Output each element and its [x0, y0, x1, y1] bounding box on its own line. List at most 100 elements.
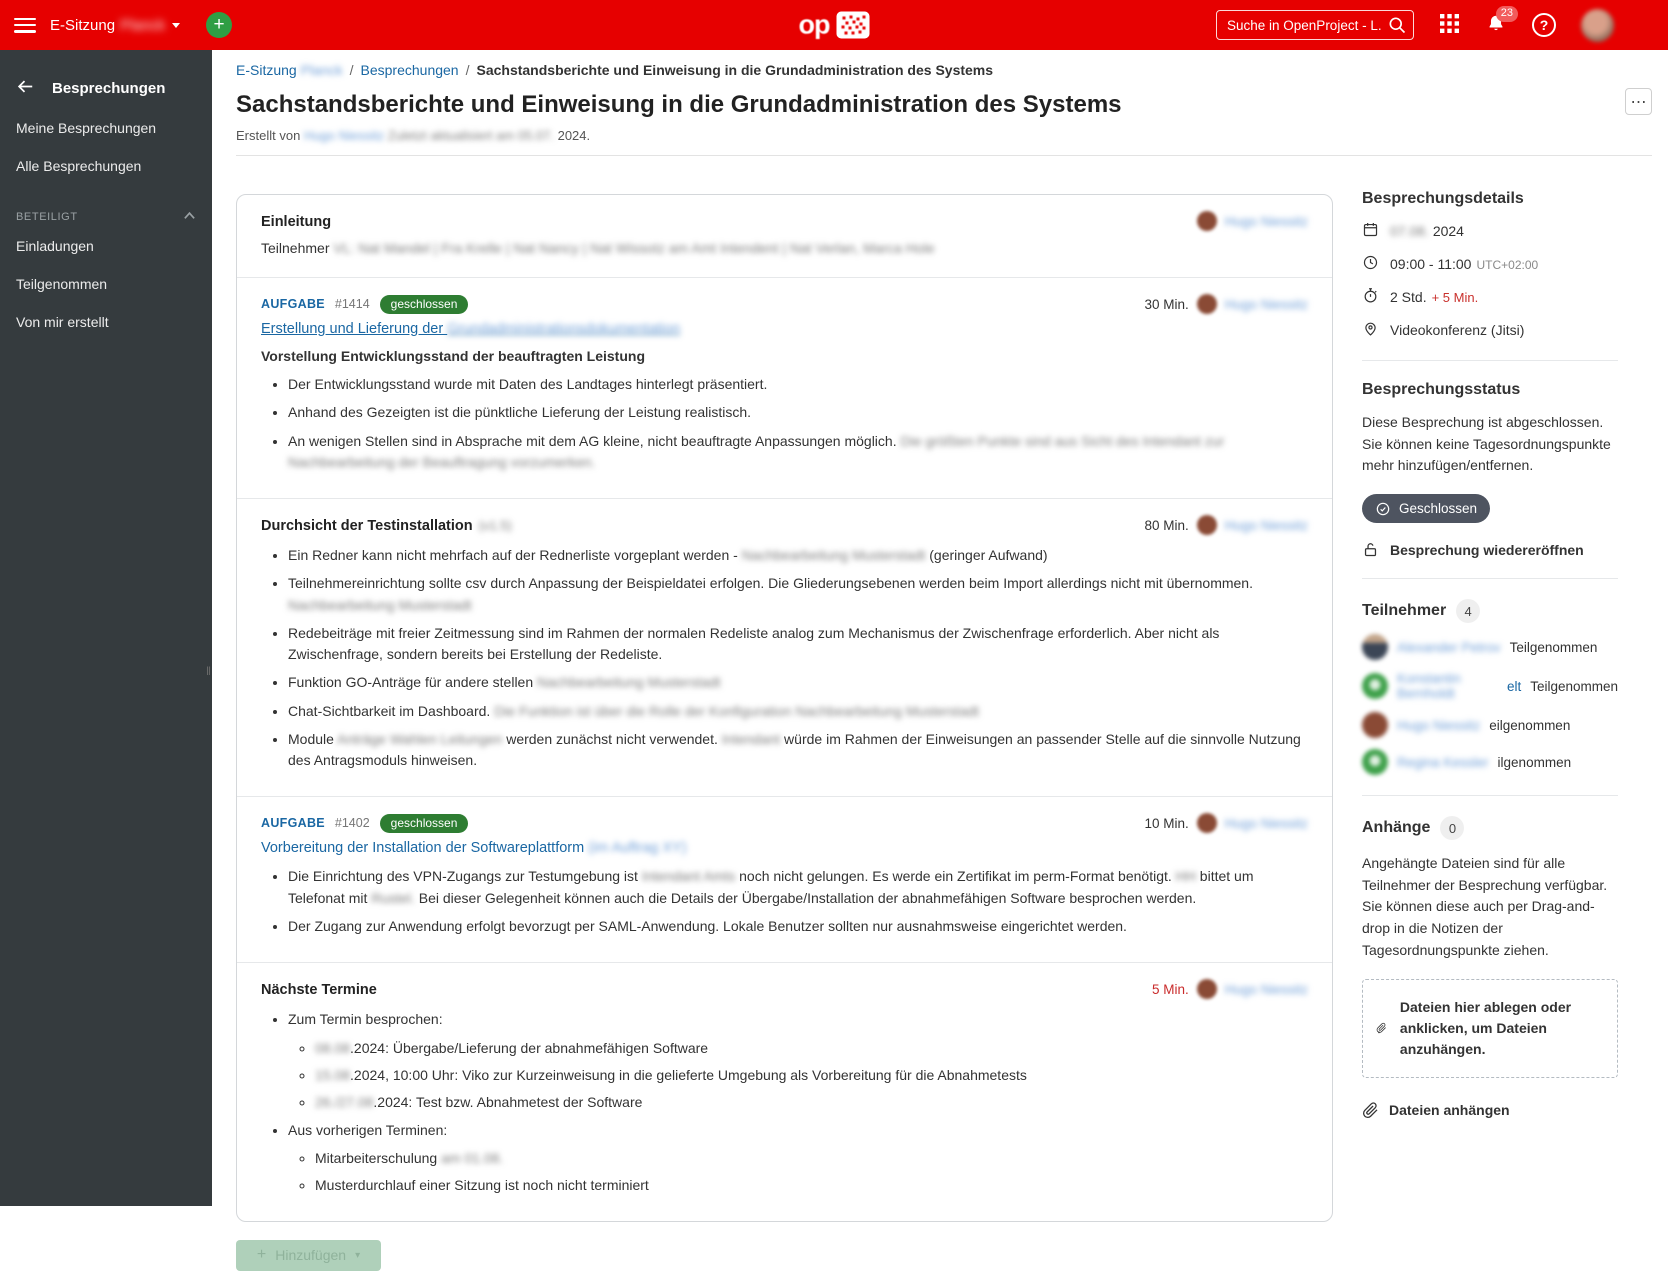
duration-label: 30 Min. [1144, 296, 1189, 312]
workpackage-type-label[interactable]: AUFGABE [261, 816, 325, 830]
notes-list: Zum Termin besprochen: 08.08.2024: Überga… [261, 1009, 1308, 1196]
text-part: noch nicht gelungen. Es werde ein Zertif… [735, 868, 1176, 885]
list-item: Mitarbeiterschulung am 01.08. [315, 1148, 1308, 1169]
text-part: Redebeiträge mit freier Zeitmessung sind… [288, 624, 1220, 663]
list-item: 15.08.2024, 10:00 Uhr: Viko zur Kurzeinw… [315, 1065, 1308, 1086]
logo-glyph: op [798, 9, 831, 40]
sidebar-item-von-mir-erstellt[interactable]: Von mir erstellt [0, 303, 212, 341]
redacted-text: 26./27.08 [315, 1093, 374, 1110]
status-text: Diese Besprechung ist abgeschlossen. Sie… [1362, 414, 1611, 474]
author-name-redacted[interactable]: Hugo Niessitz [1225, 518, 1308, 533]
avatar [1362, 634, 1388, 661]
notes-list: Der Entwicklungsstand wurde mit Daten de… [261, 374, 1308, 473]
unlock-icon [1364, 543, 1377, 557]
agenda-item: Nächste Termine 5 Min. Hugo Niessitz Zum Te… [237, 962, 1332, 1221]
file-dropzone[interactable]: Dateien hier ablegen oder anklicken, um … [1362, 978, 1618, 1078]
top-bar: E-Sitzung Planck + op Suche in OpenProje… [0, 0, 1668, 50]
text-part: Module [288, 730, 338, 747]
redacted-text: Nachbearbeitung Musterstadt [537, 674, 721, 691]
workpackage-id[interactable]: #1402 [335, 816, 370, 830]
search-input[interactable] [1216, 10, 1414, 40]
sidebar-group-beteiligt[interactable]: BETEILIGT [0, 201, 212, 227]
participant-status: ilgenommen [1497, 754, 1572, 770]
agenda-item-header: Durchsicht der Testinstallation (v1.5) 80 … [261, 515, 1308, 536]
project-label: E-Sitzung [50, 16, 116, 34]
sidebar-item-alle-besprechungen[interactable]: Alle Besprechungen [0, 147, 212, 185]
text-part: Videokonferenz (Jitsi) [1390, 322, 1525, 338]
add-agenda-item-button[interactable]: + Hinzufügen ▾ [236, 1239, 381, 1271]
workpackage-type-label[interactable]: AUFGABE [261, 297, 325, 311]
redacted-text: HH [1175, 868, 1196, 885]
breadcrumb-meetings-link[interactable]: Besprechungen [361, 62, 459, 78]
detail-value: 07.08. 2024 [1390, 223, 1464, 239]
list-item: Musterdurchlauf einer Sitzung ist noch n… [315, 1175, 1308, 1196]
attach-files-button[interactable]: Dateien anhängen [1362, 1101, 1618, 1119]
participant-name-redacted[interactable]: Alexander Petrov [1397, 640, 1501, 655]
text-part: (geringer Aufwand) [925, 547, 1048, 564]
workpackage-link[interactable]: Vorbereitung der Installation der Softwa… [261, 840, 1308, 856]
notification-count-badge: 23 [1495, 5, 1518, 22]
author-name-redacted[interactable]: Hugo Niessitz [1225, 214, 1308, 229]
redacted-text: 08.08 [315, 1039, 351, 1056]
list-item: Redebeiträge mit freier Zeitmessung sind… [288, 623, 1308, 666]
chevron-down-icon: ▾ [355, 1249, 361, 1261]
sidebar-title: Besprechungen [52, 80, 166, 97]
redacted-text: (v1.5) [478, 517, 512, 533]
breadcrumb-project-link[interactable]: E-Sitzung Planck [236, 62, 343, 78]
list-item: Ein Redner kann nicht mehrfach auf der R… [288, 545, 1308, 566]
user-avatar[interactable] [1581, 8, 1614, 42]
reopen-meeting-button[interactable]: Besprechung wiedereröffnen [1362, 541, 1618, 558]
global-add-button[interactable]: + [206, 12, 233, 38]
attachments-section: Anhänge 0 Angehängte Dateien sind für al… [1362, 816, 1618, 1138]
list-item: Chat-Sichtbarkeit im Dashboard. Die Funk… [288, 701, 1308, 722]
author-name-redacted[interactable]: Hugo Niessitz [1225, 297, 1308, 312]
author-name-redacted: Hugo Niessitz [303, 128, 385, 143]
more-actions-button[interactable]: ⋯ [1625, 88, 1652, 115]
participants-count-badge: 4 [1456, 599, 1481, 624]
workpackage-id[interactable]: #1414 [335, 297, 370, 311]
participant-name-redacted[interactable]: Regina Kessler [1397, 755, 1489, 770]
agenda-item: AUFGABE #1402 geschlossen 10 Min. Hugo Niess… [237, 796, 1332, 962]
search-icon[interactable] [1387, 15, 1407, 38]
text-part: Funktion GO-Anträge für andere stellen [288, 674, 538, 691]
sidebar-item-meine-besprechungen[interactable]: Meine Besprechungen [0, 109, 212, 147]
agenda-item-header: AUFGABE #1402 geschlossen 10 Min. Hugo Niess… [261, 813, 1308, 834]
text-part: .2024: Test bzw. Abnahmetest der Softwar… [373, 1093, 643, 1110]
notifications-bell-icon[interactable]: 23 [1485, 5, 1518, 38]
closed-status-badge[interactable]: Geschlossen [1362, 494, 1491, 524]
author-name-redacted[interactable]: Hugo Niessitz [1225, 982, 1308, 997]
project-selector[interactable]: E-Sitzung Planck [50, 16, 181, 34]
text-part: werden zunächst nicht verwendet. [502, 730, 722, 747]
list-item: Teilnehmereinrichtung sollte csv durch A… [288, 573, 1308, 616]
avatar [1362, 673, 1388, 700]
author-name-redacted[interactable]: Hugo Niessitz [1225, 816, 1308, 831]
text-part: Anhand des Gezeigten ist die pünktliche … [288, 404, 752, 421]
participants-section: Teilnehmer 4 Alexander Petrov Teilgenomme… [1362, 599, 1618, 797]
modules-grid-icon[interactable] [1439, 13, 1460, 37]
sidebar-item-einladungen[interactable]: Einladungen [0, 227, 212, 265]
participant-name-redacted[interactable]: Hugo Niessitz [1397, 718, 1480, 733]
participant-name-redacted[interactable]: Konstantin Bernholdt [1397, 671, 1498, 701]
openproject-logo[interactable]: op [798, 9, 870, 40]
agenda-item-header: AUFGABE #1414 geschlossen 30 Min. Hugo Niess… [261, 294, 1308, 314]
sidebar-item-teilgenommen[interactable]: Teilgenommen [0, 265, 212, 303]
text-part: 2 Std. [1390, 289, 1427, 305]
back-arrow-icon[interactable] [16, 78, 33, 99]
notes-list: Die Einrichtung des VPN-Zugangs zur Test… [261, 866, 1308, 937]
text-part: Bei dieser Gelegenheit können auch die D… [414, 889, 1197, 906]
redacted-text: (im Auftrag XY) [588, 840, 687, 857]
meeting-sidebar: Besprechungsdetails 07.08. 2024 09:00 - 1… [1362, 190, 1618, 1159]
help-icon[interactable]: ? [1532, 13, 1556, 37]
agenda-item-meta-right: 10 Min. Hugo Niessitz [1144, 813, 1308, 834]
detail-value: 2 Std. + 5 Min. [1390, 289, 1478, 305]
hamburger-menu-icon[interactable] [14, 17, 36, 33]
text-part: UTC+02:00 [1476, 258, 1539, 272]
list-item: 08.08.2024: Übergabe/Lieferung der abnah… [315, 1038, 1308, 1059]
workpackage-link[interactable]: Erstellung und Lieferung der Grundadmini… [261, 321, 1308, 337]
list-item: Die Einrichtung des VPN-Zugangs zur Test… [288, 866, 1308, 909]
agenda-item: Durchsicht der Testinstallation (v1.5) 80 … [237, 498, 1332, 796]
updated-date-redacted: Zuletzt aktualisiert am 05.07. [387, 128, 554, 143]
agenda-item-meta-right: 5 Min. Hugo Niessitz [1152, 979, 1308, 1000]
text-part: Mitarbeiterschulung [315, 1149, 442, 1166]
sidebar-resize-handle[interactable]: ‖ [206, 664, 212, 678]
